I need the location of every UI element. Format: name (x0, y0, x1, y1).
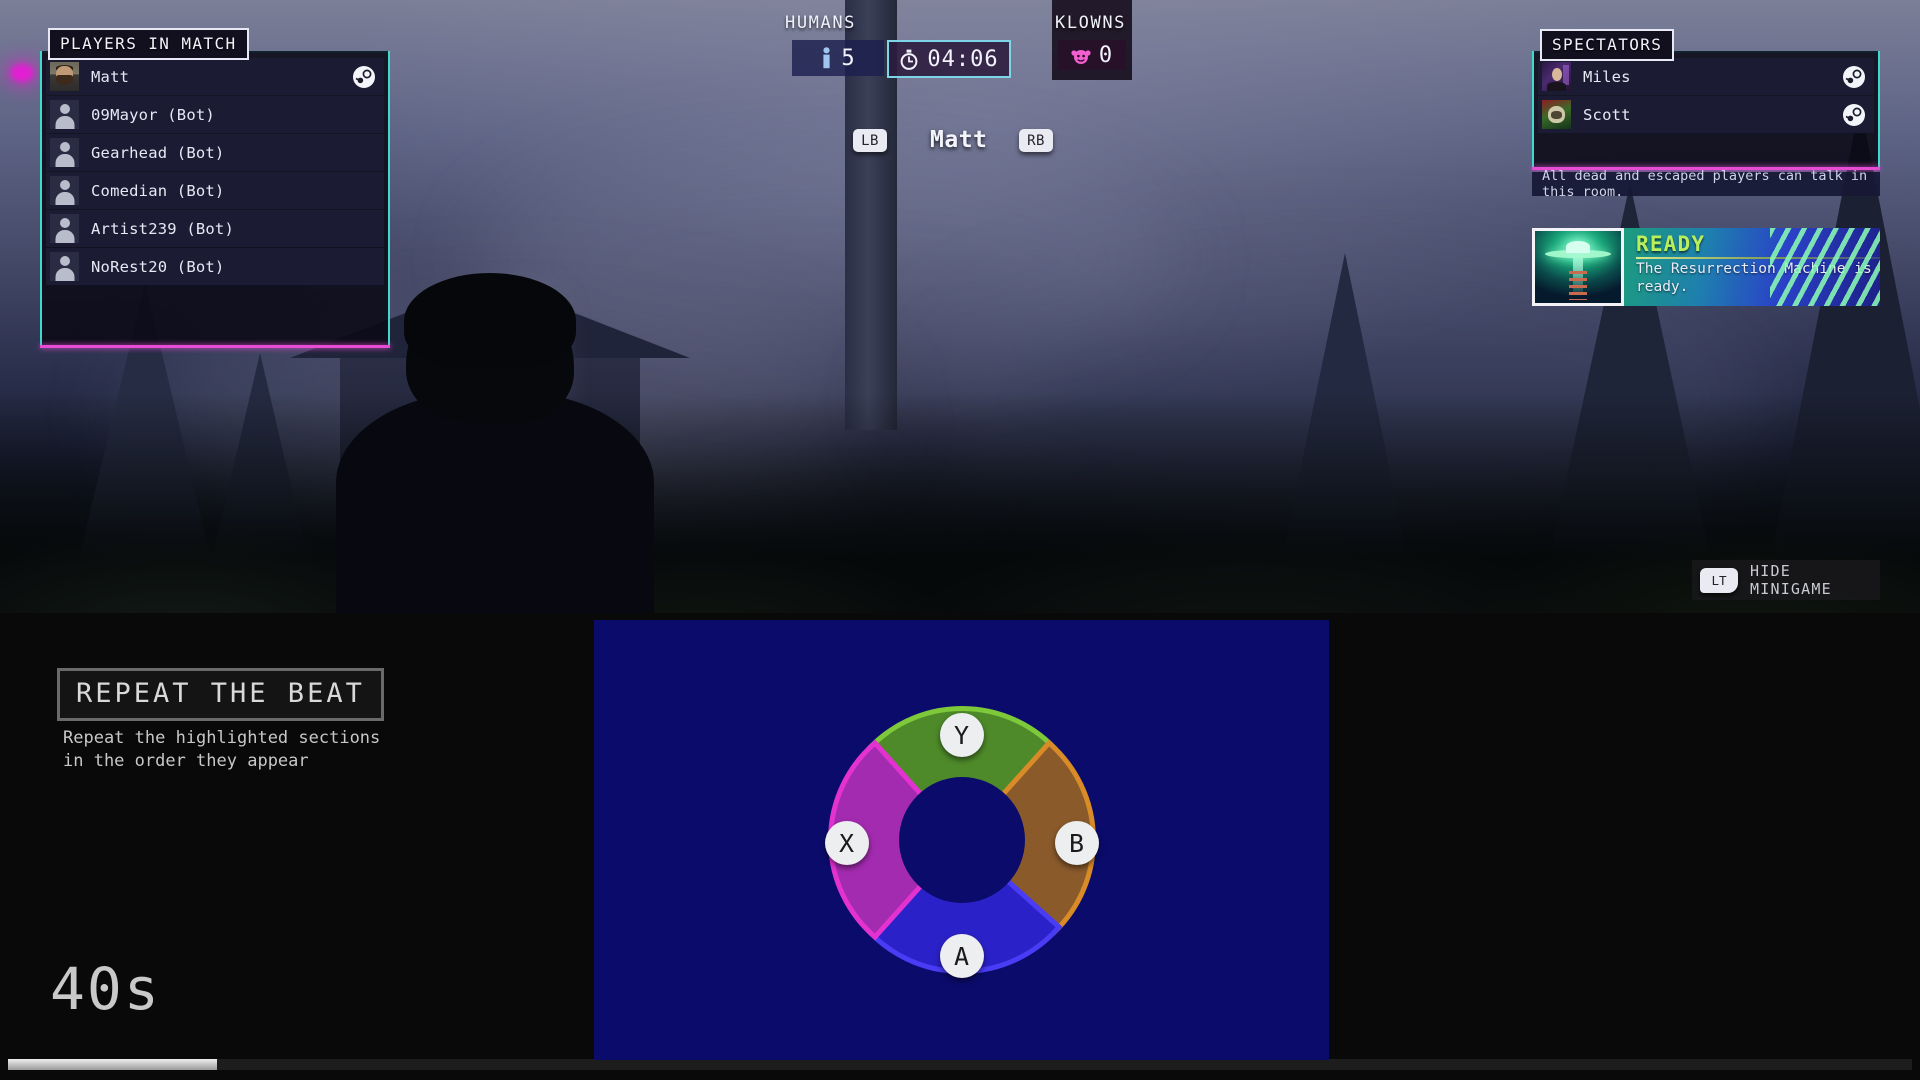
lt-trigger-icon: LT (1700, 567, 1738, 593)
player-name: Artist239 (Bot) (91, 219, 234, 238)
person-icon (823, 47, 830, 69)
hide-minigame-label: HIDE MINIGAME (1750, 562, 1832, 598)
klowns-count: 0 (1098, 42, 1114, 68)
wheel-hub (898, 777, 1025, 903)
minigame-title: REPEAT THE BEAT (57, 668, 384, 721)
wheel-button-b[interactable]: B (1054, 821, 1099, 865)
divider (1636, 257, 1880, 259)
game-screen: Matt 09Mayor (Bot) Gearhead (Bot) Comedi… (0, 0, 1920, 1080)
next-player-button[interactable]: RB (1019, 129, 1053, 152)
minigame-wheel-panel: Y B A X (594, 620, 1329, 1060)
avatar (1542, 100, 1571, 129)
player-name: 09Mayor (Bot) (91, 105, 215, 124)
player-name: Comedian (Bot) (91, 181, 225, 200)
avatar-placeholder (50, 252, 79, 281)
objective-marker-icon (10, 64, 34, 82)
selected-player-name: Matt (930, 127, 988, 153)
notification-body: READY The Resurrection Machine is ready. (1624, 228, 1880, 306)
spectator-row[interactable]: Scott (1538, 96, 1874, 133)
klown-face-icon (1071, 49, 1091, 64)
player-name: NoRest20 (Bot) (91, 257, 225, 276)
spectator-name: Scott (1583, 105, 1631, 124)
avatar-placeholder (50, 138, 79, 167)
foreground-foliage (0, 393, 1920, 613)
notification-title: READY (1636, 232, 1706, 256)
avatar-placeholder (50, 176, 79, 205)
player-name: Gearhead (Bot) (91, 143, 225, 162)
prev-player-button[interactable]: LB (853, 129, 887, 152)
avatar (50, 62, 79, 91)
avatar-placeholder (50, 214, 79, 243)
notification-text: The Resurrection Machine is ready. (1636, 261, 1872, 295)
wheel-button-y[interactable]: Y (939, 713, 984, 757)
klowns-label: KLOWNS (1055, 13, 1127, 33)
steam-icon (1843, 65, 1865, 88)
player-row[interactable]: Gearhead (Bot) (46, 134, 384, 171)
beat-wheel: Y B A X (777, 655, 1147, 1025)
minigame-timer: 40s (50, 955, 161, 1023)
player-row[interactable]: Matt (46, 58, 384, 95)
players-in-match-panel: Matt 09Mayor (Bot) Gearhead (Bot) Comedi… (40, 51, 390, 347)
resurrection-machine-icon (1532, 228, 1624, 306)
humans-counter: 5 (792, 40, 884, 76)
match-timer: 04:06 (887, 40, 1011, 78)
steam-icon (353, 65, 375, 88)
avatar-placeholder (50, 100, 79, 129)
wheel-button-a[interactable]: A (939, 934, 984, 978)
wheel-button-x[interactable]: X (824, 821, 869, 865)
players-panel-title: PLAYERS IN MATCH (48, 28, 249, 60)
stopwatch-icon (900, 49, 918, 70)
player-name: Matt (91, 67, 130, 86)
spectator-name: Miles (1583, 67, 1631, 86)
spectator-row[interactable]: Miles (1538, 58, 1874, 95)
player-row[interactable]: Artist239 (Bot) (46, 210, 384, 247)
spectators-note: All dead and escaped players can talk in… (1532, 168, 1880, 200)
minigame-progress-track (8, 1059, 1912, 1070)
humans-count: 5 (841, 45, 856, 71)
avatar (1542, 62, 1571, 91)
player-row[interactable]: NoRest20 (Bot) (46, 248, 384, 285)
steam-icon (1843, 103, 1865, 126)
timer-value: 04:06 (927, 46, 999, 72)
hide-minigame-button[interactable]: LT HIDE MINIGAME (1692, 560, 1880, 600)
player-row[interactable]: 09Mayor (Bot) (46, 96, 384, 133)
player-row[interactable]: Comedian (Bot) (46, 172, 384, 209)
notification-banner: READY The Resurrection Machine is ready. (1532, 228, 1880, 306)
minigame-description: Repeat the highlighted sections in the o… (63, 728, 381, 771)
spectators-panel: Miles Scott (1532, 51, 1880, 167)
minigame-progress-fill (8, 1059, 218, 1070)
spectators-panel-title: SPECTATORS (1540, 29, 1675, 61)
humans-label: HUMANS (785, 13, 857, 33)
klowns-counter: 0 (1058, 40, 1126, 70)
